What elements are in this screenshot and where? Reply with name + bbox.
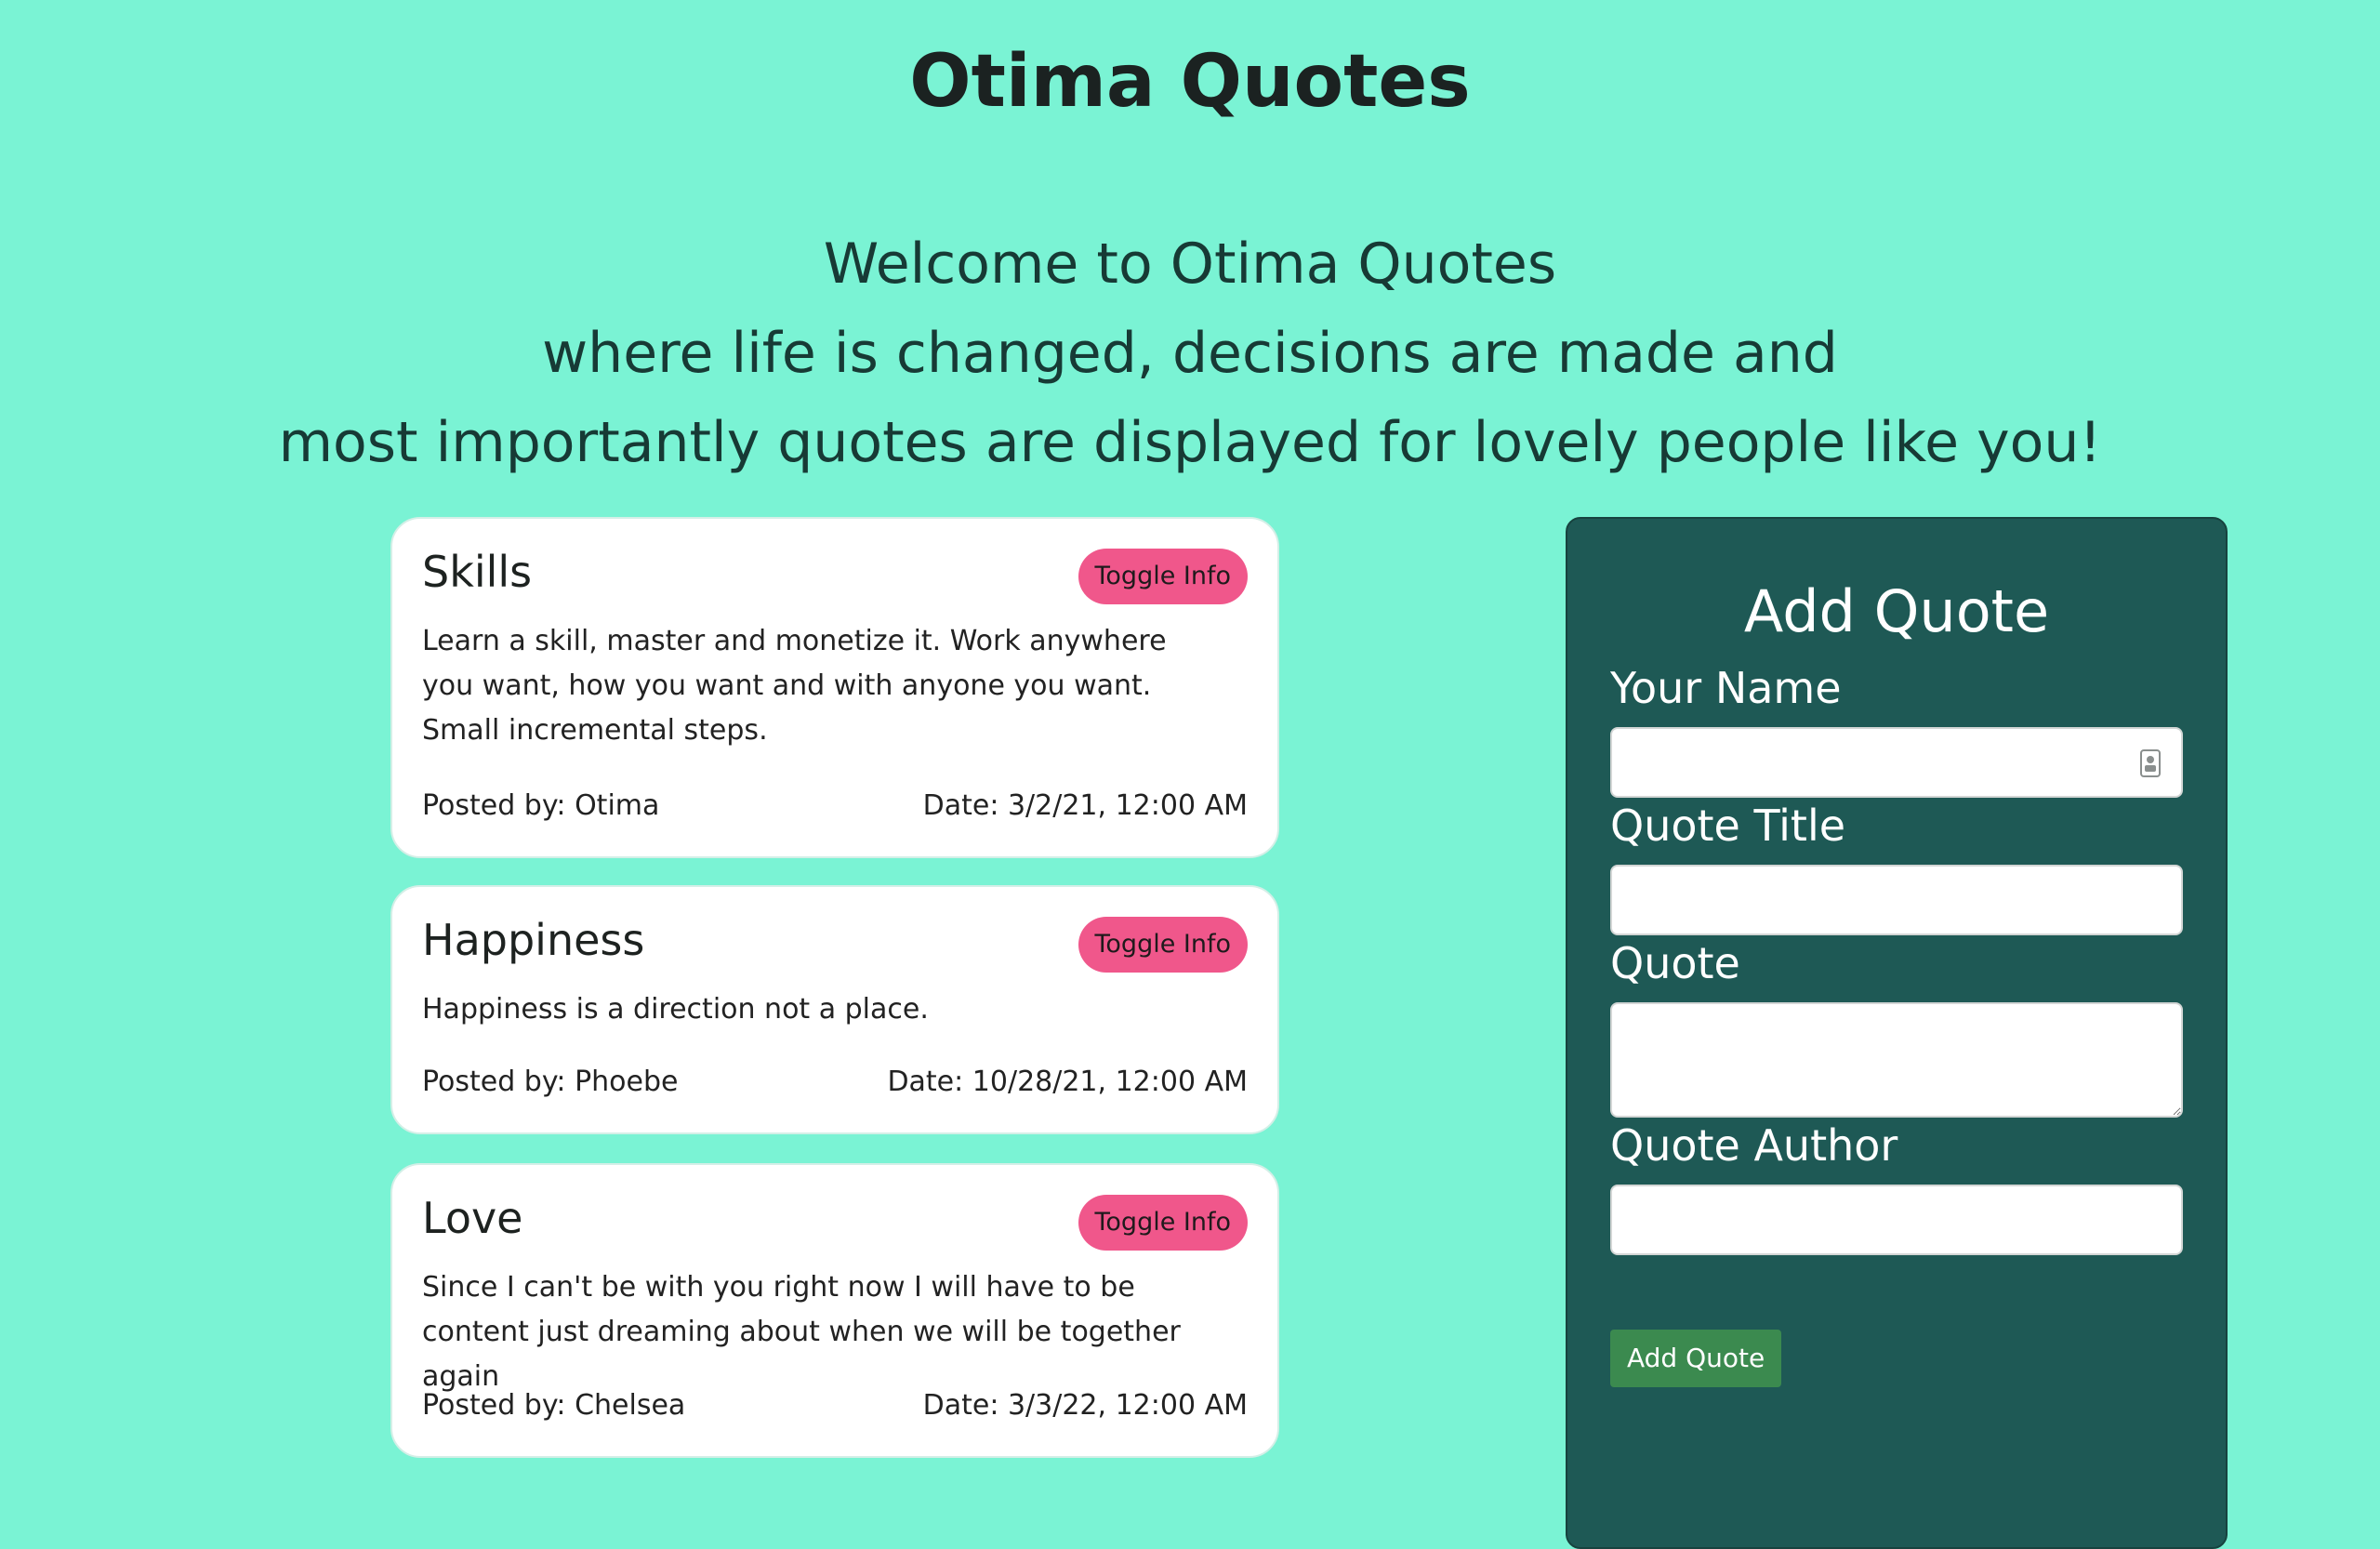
posted-by: Posted by: Chelsea	[422, 1389, 686, 1422]
quote-card-happiness: Happiness Toggle Info Happiness is a dir…	[390, 885, 1279, 1134]
quote-date: Date: 3/3/22, 12:00 AM	[922, 1389, 1248, 1422]
quote-card-skills: Skills Toggle Info Learn a skill, master…	[390, 517, 1279, 858]
toggle-info-button[interactable]: Toggle Info	[1078, 917, 1248, 973]
quote-date: Date: 10/28/21, 12:00 AM	[887, 1066, 1248, 1098]
add-quote-form: Add Quote Your Name Quote Title Quote Qu…	[1566, 517, 2228, 1549]
welcome-line-1: Welcome to Otima Quotes	[823, 232, 1557, 297]
toggle-info-button[interactable]: Toggle Info	[1078, 1195, 1248, 1251]
quote-author-input[interactable]	[1610, 1185, 2183, 1255]
quote-title: Happiness	[422, 915, 645, 965]
site-title: Otima Quotes	[909, 40, 1471, 124]
name-input[interactable]	[1610, 727, 2183, 798]
posted-by: Posted by: Phoebe	[422, 1066, 679, 1098]
welcome-line-2: where life is changed, decisions are mad…	[542, 321, 1838, 386]
add-quote-button[interactable]: Add Quote	[1610, 1330, 1782, 1387]
quote-textarea[interactable]	[1610, 1002, 2183, 1118]
quote-title: Skills	[422, 547, 533, 597]
form-heading: Add Quote	[1743, 577, 2050, 645]
quote-text: Happiness is a direction not a place.	[422, 993, 929, 1026]
quote-label: Quote	[1610, 938, 1740, 988]
quote-text: Learn a skill, master and monetize it. W…	[422, 625, 1167, 747]
welcome-line-3: most importantly quotes are displayed fo…	[278, 410, 2102, 475]
name-label: Your Name	[1610, 663, 1842, 713]
quote-author-label: Quote Author	[1610, 1120, 1898, 1171]
quote-text: Since I can't be with you right now I wi…	[422, 1271, 1181, 1393]
toggle-info-button[interactable]: Toggle Info	[1078, 549, 1248, 604]
quote-card-love: Love Toggle Info Since I can't be with y…	[390, 1163, 1279, 1458]
quote-date: Date: 3/2/21, 12:00 AM	[922, 789, 1248, 822]
contact-card-icon[interactable]	[2140, 749, 2161, 777]
welcome-message: Welcome to Otima Quotes where life is ch…	[0, 219, 2380, 487]
quote-title: Love	[422, 1193, 523, 1243]
posted-by: Posted by: Otima	[422, 789, 660, 822]
quote-title-label: Quote Title	[1610, 801, 1846, 851]
quote-title-input[interactable]	[1610, 865, 2183, 935]
